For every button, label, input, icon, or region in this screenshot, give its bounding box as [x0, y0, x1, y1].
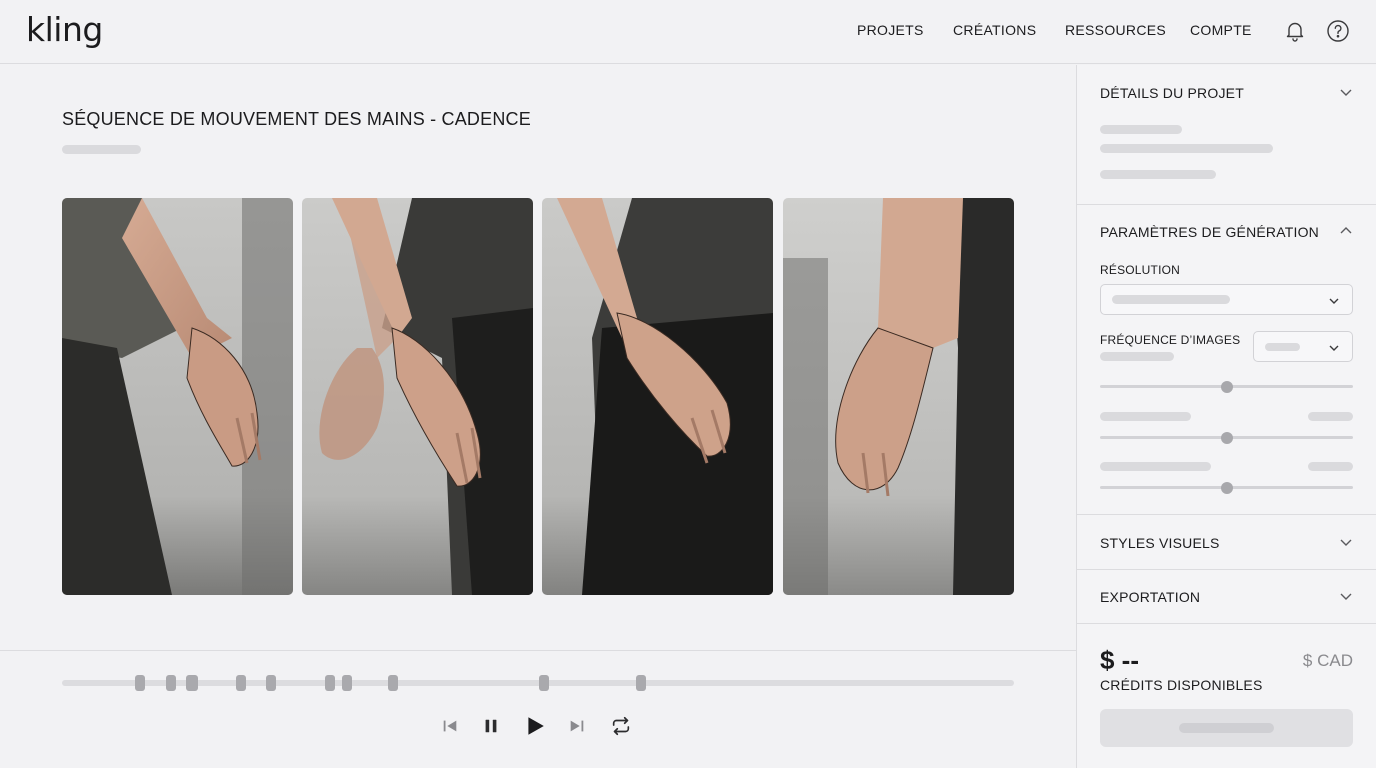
sequence-frame-4[interactable]	[783, 198, 1014, 595]
slider-value-skeleton	[1308, 462, 1353, 471]
frame-rate-skeleton	[1100, 352, 1174, 361]
resolution-select[interactable]	[1100, 284, 1353, 315]
chevron-down-icon[interactable]	[1339, 85, 1353, 99]
section-title-project-details[interactable]: DÉTAILS DU PROJET	[1100, 85, 1244, 101]
slider-label-skeleton	[1100, 412, 1191, 421]
sequence-frame-3[interactable]	[542, 198, 773, 595]
bell-icon[interactable]	[1283, 19, 1307, 43]
select-value-skeleton	[1112, 295, 1230, 304]
skip-forward-icon[interactable]	[564, 713, 590, 739]
chevron-down-icon[interactable]	[1339, 589, 1353, 603]
timeline-keyframe[interactable]	[636, 675, 646, 691]
select-value-skeleton	[1265, 343, 1300, 351]
nav-creations[interactable]: CRÉATIONS	[953, 22, 1036, 38]
timeline-keyframe[interactable]	[388, 675, 398, 691]
section-title-visual-styles[interactable]: STYLES VISUELS	[1100, 535, 1220, 551]
settings-sidebar: DÉTAILS DU PROJET PARAMÈTRES DE GÉNÉRATI…	[1076, 65, 1376, 768]
slider-thumb-3[interactable]	[1220, 482, 1233, 494]
section-divider	[1077, 514, 1376, 515]
timeline-keyframe[interactable]	[166, 675, 176, 691]
slider-thumb-2[interactable]	[1220, 432, 1233, 444]
currency-label: $ CAD	[1302, 651, 1353, 670]
timeline-keyframe[interactable]	[186, 675, 198, 691]
timeline-track[interactable]	[62, 680, 1014, 686]
subtitle-skeleton	[62, 145, 141, 154]
timeline-keyframe[interactable]	[135, 675, 145, 691]
section-divider	[1077, 204, 1376, 205]
section-divider	[1077, 623, 1376, 624]
nav-projects[interactable]: PROJETS	[857, 22, 924, 38]
nav-resources[interactable]: RESSOURCES	[1065, 22, 1166, 38]
slider-value-skeleton	[1308, 412, 1353, 421]
generate-button[interactable]	[1100, 709, 1353, 747]
top-header: kling PROJETS CRÉATIONS RESSOURCES COMPT…	[0, 0, 1376, 64]
timeline-keyframe[interactable]	[266, 675, 276, 691]
nav-account[interactable]: COMPTE	[1190, 22, 1252, 38]
details-skeleton	[1100, 125, 1182, 134]
button-label-skeleton	[1179, 723, 1274, 733]
section-title-generation-parameters[interactable]: PARAMÈTRES DE GÉNÉRATION	[1100, 224, 1319, 240]
chevron-down-icon	[1328, 294, 1340, 306]
frame-rate-label: FRÉQUENCE D’IMAGES	[1100, 333, 1241, 347]
main-divider	[0, 650, 1076, 651]
skip-back-icon[interactable]	[437, 713, 463, 739]
page-title: SÉQUENCE DE MOUVEMENT DES MAINS - CADENC…	[62, 109, 531, 129]
pause-icon[interactable]	[478, 713, 504, 739]
timeline-keyframe[interactable]	[342, 675, 352, 691]
chevron-down-icon	[1328, 341, 1340, 353]
sequence-frame-1[interactable]	[62, 198, 293, 595]
play-icon[interactable]	[522, 713, 548, 739]
sequence-frame-2[interactable]	[302, 198, 533, 595]
main-area: SÉQUENCE DE MOUVEMENT DES MAINS - CADENC…	[0, 65, 1076, 768]
credits-label: CRÉDITS DISPONIBLES	[1100, 677, 1263, 693]
timeline-keyframe[interactable]	[236, 675, 246, 691]
resolution-label: RÉSOLUTION	[1100, 263, 1181, 277]
timeline-keyframe[interactable]	[539, 675, 549, 691]
kling-logo[interactable]: kling	[26, 10, 103, 49]
loop-icon[interactable]	[608, 713, 634, 739]
help-icon[interactable]	[1326, 19, 1350, 43]
chevron-up-icon[interactable]	[1339, 224, 1353, 238]
chevron-down-icon[interactable]	[1339, 535, 1353, 549]
slider-thumb-1[interactable]	[1220, 381, 1233, 393]
section-title-export[interactable]: EXPORTATION	[1100, 589, 1200, 605]
details-skeleton	[1100, 144, 1273, 153]
details-skeleton	[1100, 170, 1216, 179]
price-value: $ --	[1100, 645, 1139, 675]
slider-label-skeleton	[1100, 462, 1211, 471]
timeline-keyframe[interactable]	[325, 675, 335, 691]
frame-rate-select[interactable]	[1253, 331, 1353, 362]
section-divider	[1077, 569, 1376, 570]
